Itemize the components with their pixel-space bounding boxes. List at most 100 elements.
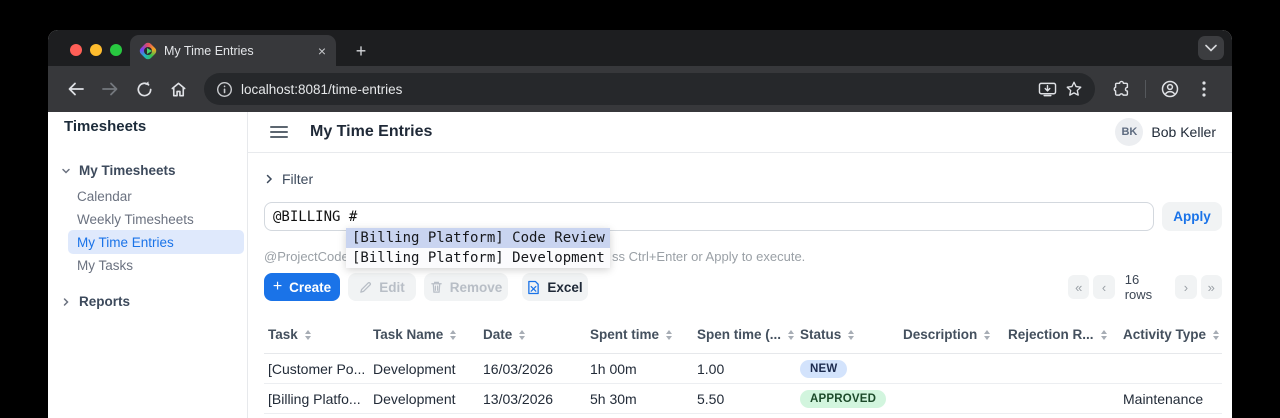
sidebar-item-my-time-entries[interactable]: My Time Entries [68, 230, 244, 254]
cell-spent-time-num: 1.00 [693, 354, 796, 383]
cell-rejection-reason [1004, 354, 1119, 383]
cell-description [899, 384, 1004, 413]
filter-toggle[interactable]: Filter [264, 171, 313, 187]
apply-button[interactable]: Apply [1162, 202, 1222, 231]
prev-page-button[interactable]: ‹ [1093, 275, 1114, 299]
sort-icon[interactable] [984, 330, 990, 340]
cell-description [899, 354, 1004, 383]
cell-status: NEW [796, 354, 899, 383]
content: Filter Apply @ProjectCode # ss Ctrl+Ente… [264, 153, 1222, 418]
create-button[interactable]: + Create [264, 273, 340, 301]
column-header-status[interactable]: Status [796, 316, 899, 353]
page-title: My Time Entries [310, 123, 432, 141]
bookmark-star-icon[interactable] [1065, 80, 1083, 98]
window-controls [70, 44, 122, 56]
sort-icon[interactable] [1101, 330, 1107, 340]
sidebar: Timesheets My Timesheets Calendar Weekly… [48, 112, 248, 418]
avatar: BK [1115, 118, 1143, 146]
filter-toggle-label: Filter [282, 171, 313, 187]
url-text[interactable]: localhost:8081/time-entries [241, 82, 1030, 97]
cell-activity-type: Maintenance [1119, 384, 1222, 413]
next-page-button[interactable]: › [1175, 275, 1196, 299]
sidebar-item-my-tasks[interactable]: My Tasks [77, 258, 133, 273]
site-info-icon[interactable] [216, 81, 233, 98]
chevron-down-icon [61, 166, 71, 176]
forward-button[interactable] [96, 75, 124, 103]
browser-menu-kebab-icon[interactable] [1190, 75, 1218, 103]
chevron-right-icon [61, 297, 71, 307]
install-app-icon[interactable] [1038, 81, 1057, 98]
cell-task-name: Development [369, 354, 479, 383]
autocomplete-dropdown: [Billing Platform] Code Review [Billing … [346, 228, 610, 268]
reload-button[interactable] [130, 75, 158, 103]
new-tab-button[interactable]: + [348, 38, 374, 64]
sort-icon[interactable] [305, 330, 311, 340]
extensions-puzzle-icon[interactable] [1107, 75, 1135, 103]
app-header: My Time Entries BK Bob Keller [248, 112, 1232, 153]
browser-toolbar: localhost:8081/time-entries [48, 66, 1232, 112]
sidebar-group-reports[interactable]: Reports [61, 294, 130, 309]
cell-spent-time-num: 5.50 [693, 384, 796, 413]
sidebar-item-weekly-timesheets[interactable]: Weekly Timesheets [77, 212, 194, 227]
cell-task: [Billing Platfo... [264, 384, 369, 413]
tab-title: My Time Entries [164, 44, 310, 58]
filter-hint-right: ss Ctrl+Enter or Apply to execute. [612, 249, 805, 264]
jmix-logo-icon [140, 43, 156, 59]
address-bar[interactable]: localhost:8081/time-entries [204, 73, 1095, 105]
maximize-window-button[interactable] [110, 44, 122, 56]
time-entries-table: Task Task Name Date Spent time Spen time… [264, 316, 1222, 414]
home-button[interactable] [164, 75, 192, 103]
cell-status: APPROVED [796, 384, 899, 413]
column-header-rejection-reason[interactable]: Rejection R... [1004, 316, 1119, 353]
pencil-icon [359, 281, 372, 294]
sort-icon[interactable] [788, 330, 794, 340]
sidebar-group-my-timesheets[interactable]: My Timesheets [61, 163, 176, 178]
filter-query-input[interactable] [264, 202, 1154, 231]
column-header-spent-time-num[interactable]: Spen time (... [693, 316, 796, 353]
sidebar-group-label: Reports [79, 294, 130, 309]
edit-button[interactable]: Edit [348, 273, 416, 301]
row-count-label: 16 rows [1115, 272, 1176, 302]
column-header-description[interactable]: Description [899, 316, 1004, 353]
tab-search-button[interactable] [1198, 36, 1224, 60]
minimize-window-button[interactable] [90, 44, 102, 56]
sort-icon[interactable] [1213, 330, 1219, 340]
column-header-task[interactable]: Task [264, 316, 369, 353]
column-header-activity-type[interactable]: Activity Type [1119, 316, 1222, 353]
close-window-button[interactable] [70, 44, 82, 56]
user-name: Bob Keller [1151, 124, 1216, 140]
column-header-task-name[interactable]: Task Name [369, 316, 479, 353]
table-row[interactable]: [Customer Po... Development 16/03/2026 1… [264, 354, 1222, 384]
back-button[interactable] [62, 75, 90, 103]
sidebar-item-calendar[interactable]: Calendar [77, 189, 132, 204]
column-header-spent-time[interactable]: Spent time [586, 316, 693, 353]
excel-file-icon [527, 280, 540, 295]
last-page-button[interactable]: » [1201, 275, 1222, 299]
table-header-row: Task Task Name Date Spent time Spen time… [264, 316, 1222, 354]
sidebar-title: Timesheets [64, 118, 146, 135]
profile-icon[interactable] [1156, 75, 1184, 103]
cell-rejection-reason [1004, 384, 1119, 413]
sort-icon[interactable] [519, 330, 525, 340]
first-page-button[interactable]: « [1068, 275, 1089, 299]
table-row[interactable]: [Billing Platfo... Development 13/03/202… [264, 384, 1222, 414]
autocomplete-option[interactable]: [Billing Platform] Code Review [346, 228, 610, 248]
column-header-date[interactable]: Date [479, 316, 586, 353]
browser-tab[interactable]: My Time Entries × [130, 35, 336, 66]
user-menu[interactable]: BK Bob Keller [1115, 118, 1216, 146]
remove-button[interactable]: Remove [424, 273, 508, 301]
close-tab-icon[interactable]: × [318, 44, 326, 58]
cell-spent-time: 1h 00m [586, 354, 693, 383]
cell-spent-time: 5h 30m [586, 384, 693, 413]
excel-button[interactable]: Excel [522, 273, 588, 301]
trash-icon [430, 280, 443, 294]
status-badge: NEW [800, 360, 847, 378]
browser-window: My Time Entries × + localhost:8081/time-… [48, 30, 1232, 418]
sort-icon[interactable] [848, 330, 854, 340]
cell-date: 16/03/2026 [479, 354, 586, 383]
autocomplete-option[interactable]: [Billing Platform] Development [346, 248, 610, 268]
sort-icon[interactable] [666, 330, 672, 340]
cell-date: 13/03/2026 [479, 384, 586, 413]
sort-icon[interactable] [450, 330, 456, 340]
menu-icon[interactable] [270, 126, 288, 138]
